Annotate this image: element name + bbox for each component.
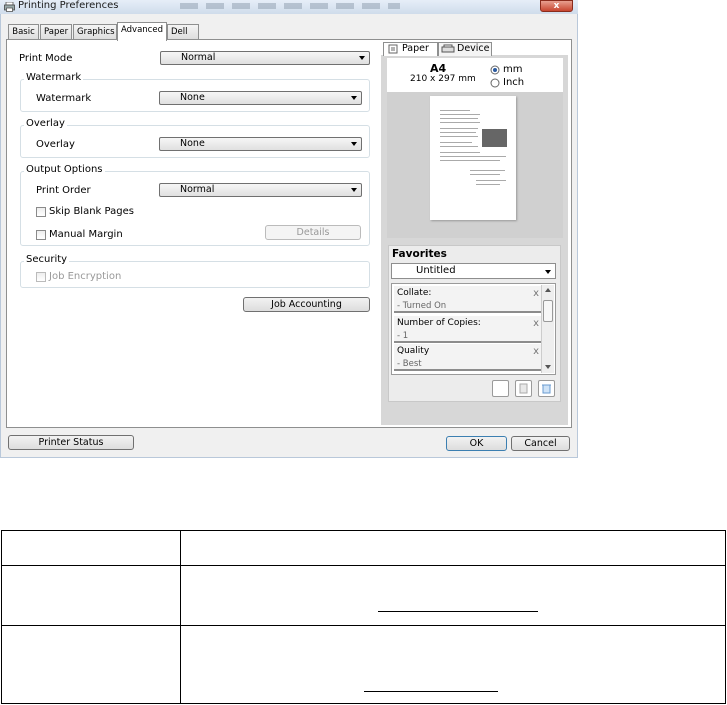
favorites-selected-value: Untitled [416, 265, 456, 276]
unit-mm-label: mm [503, 64, 523, 75]
skip-blank-pages-checkbox[interactable] [36, 207, 46, 217]
save-favorite-button[interactable] [515, 380, 532, 397]
radio-inch[interactable] [490, 78, 500, 88]
watermark-group-title: Watermark [24, 72, 84, 83]
details-button[interactable]: Details [265, 225, 361, 240]
paper-size-dimensions: 210 x 297 mm [410, 74, 476, 84]
trash-icon [542, 384, 551, 394]
favorite-item-value: - Turned On [397, 301, 447, 311]
scroll-up-icon[interactable] [545, 288, 551, 292]
chevron-down-icon [351, 142, 357, 146]
list-item[interactable]: Number of Copies: - 1 x [394, 316, 542, 343]
remove-icon[interactable]: x [533, 318, 539, 329]
window-title: Printing Preferences [18, 0, 119, 11]
chevron-down-icon [351, 96, 357, 100]
preview-paper-tab-label: Paper [402, 43, 429, 54]
table-column-divider [180, 531, 181, 703]
remove-icon[interactable]: x [533, 288, 539, 299]
title-blurred-text [180, 3, 400, 9]
tab-advanced[interactable]: Advanced [117, 22, 167, 41]
security-group-title: Security [24, 254, 70, 265]
printer-icon [4, 2, 15, 12]
print-mode-select[interactable]: Normal [160, 51, 370, 65]
tab-dell[interactable]: Dell [167, 24, 199, 40]
delete-favorite-button[interactable] [538, 380, 555, 397]
radio-mm[interactable] [490, 65, 500, 75]
favorite-item-name: Collate: [397, 288, 432, 298]
watermark-value: None [180, 92, 205, 103]
list-item[interactable]: Quality - Best x [394, 344, 542, 371]
tab-paper[interactable]: Paper [40, 24, 72, 40]
save-icon [519, 383, 528, 394]
tab-basic[interactable]: Basic [8, 24, 39, 40]
cancel-button[interactable]: Cancel [511, 436, 570, 451]
favorite-item-value: - 1 [397, 331, 409, 341]
overlay-group-title: Overlay [24, 118, 67, 129]
overlay-select[interactable]: None [159, 137, 362, 151]
watermark-select[interactable]: None [159, 91, 362, 105]
favorites-title: Favorites [392, 248, 447, 260]
overlay-label: Overlay [36, 139, 75, 150]
printer-status-button[interactable]: Printer Status [8, 435, 134, 450]
watermark-label: Watermark [36, 93, 92, 104]
new-favorite-button[interactable] [492, 380, 509, 397]
paper-preview [430, 96, 516, 220]
print-order-value: Normal [180, 184, 215, 195]
favorites-list: Collate: - Turned On x Number of Copies:… [391, 283, 556, 375]
job-encryption-checkbox[interactable] [36, 272, 46, 282]
chevron-down-icon [545, 270, 551, 274]
print-order-label: Print Order [36, 185, 91, 196]
ok-button[interactable]: OK [446, 436, 507, 451]
tab-graphics[interactable]: Graphics [73, 24, 117, 40]
favorites-select[interactable]: Untitled [391, 263, 556, 279]
document-table [1, 530, 726, 704]
manual-margin-label: Manual Margin [49, 229, 123, 240]
favorite-item-name: Number of Copies: [397, 318, 481, 328]
page-icon [388, 44, 398, 54]
table-row-divider [2, 565, 725, 566]
job-encryption-label: Job Encryption [49, 271, 122, 282]
print-order-select[interactable]: Normal [159, 183, 362, 197]
preview-image [482, 129, 507, 147]
list-item[interactable]: Collate: - Turned On x [394, 286, 542, 313]
scroll-down-icon[interactable] [545, 365, 551, 369]
scroll-thumb[interactable] [543, 300, 553, 322]
underline-blank [364, 691, 498, 692]
underline-blank [378, 611, 538, 612]
favorite-item-value: - Best [397, 359, 422, 369]
output-options-group-title: Output Options [24, 164, 105, 175]
favorites-scrollbar[interactable] [541, 285, 554, 373]
chevron-down-icon [351, 188, 357, 192]
close-button[interactable]: x [540, 0, 573, 12]
unit-inch-label: Inch [503, 77, 525, 88]
manual-margin-checkbox[interactable] [36, 230, 46, 240]
table-row-divider [2, 625, 725, 626]
chevron-down-icon [359, 56, 365, 60]
printer-small-icon [441, 44, 455, 53]
remove-icon[interactable]: x [533, 346, 539, 357]
print-mode-label: Print Mode [19, 53, 73, 64]
preview-device-tab-label: Device [457, 43, 490, 54]
favorite-item-name: Quality [397, 346, 430, 356]
print-mode-value: Normal [181, 52, 216, 63]
overlay-value: None [180, 138, 205, 149]
skip-blank-pages-label: Skip Blank Pages [49, 206, 134, 217]
job-accounting-button[interactable]: Job Accounting [243, 297, 370, 312]
